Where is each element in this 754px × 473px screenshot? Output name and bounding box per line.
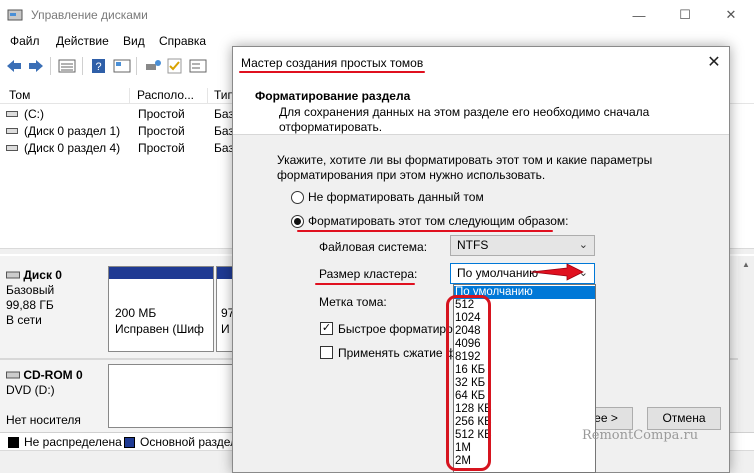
dialog-title: Мастер создания простых томов [241, 56, 424, 70]
vertical-scrollbar[interactable]: ▲ [738, 256, 754, 432]
maximize-button[interactable]: ☐ [662, 0, 708, 30]
toolbar-separator [82, 57, 83, 75]
menu-action[interactable]: Действие [56, 34, 109, 48]
main-titlebar: Управление дисками — ☐ ✕ [0, 0, 754, 30]
disk-kind: Базовый [6, 283, 55, 297]
legend-swatch-unallocated [8, 437, 19, 448]
disk-name: Диск 0 [6, 268, 106, 283]
volume-name: (Диск 0 раздел 4) [24, 141, 121, 155]
menu-help[interactable]: Справка [159, 34, 206, 48]
svg-text:?: ? [95, 61, 101, 73]
compression-checkbox[interactable] [320, 346, 333, 359]
toolbar-separator [50, 57, 51, 75]
cdrom-icon [6, 371, 20, 379]
disk-name: CD-ROM 0 [6, 368, 106, 383]
properties-icon[interactable] [113, 58, 131, 74]
legend-label: Основной раздел [140, 435, 238, 449]
volume-type: Баз [214, 141, 234, 155]
back-arrow-icon[interactable] [5, 58, 23, 74]
partition-size: 200 МБ [115, 306, 157, 320]
partition-status: Исправен (Шиф [115, 322, 204, 336]
volume-layout: Простой [138, 107, 185, 121]
annotation-arrow-icon [530, 263, 584, 281]
scroll-up-icon[interactable]: ▲ [742, 260, 750, 269]
menu-file[interactable]: Файл [10, 34, 40, 48]
watermark: RemontCompa.ru [582, 428, 699, 443]
list-view-icon[interactable] [58, 58, 76, 74]
column-header-layout[interactable]: Располо... [132, 88, 208, 104]
radio-no-format-label[interactable]: Не форматировать данный том [308, 190, 484, 204]
volume-layout: Простой [138, 124, 185, 138]
volume-name: (C:) [24, 107, 44, 121]
volume-label-label: Метка тома: [319, 295, 387, 309]
annotation-underline [315, 283, 415, 285]
volume-type: Баз [214, 124, 234, 138]
compression-label[interactable]: Применять сжатие фа [338, 346, 462, 360]
disk-state: В сети [6, 313, 42, 327]
volume-layout: Простой [138, 141, 185, 155]
radio-format[interactable] [291, 215, 304, 228]
drive-icon [6, 111, 18, 117]
menu-view[interactable]: Вид [123, 34, 145, 48]
disk-state: Нет носителя [6, 413, 81, 427]
window-title: Управление дисками [31, 8, 148, 22]
annotation-underline [297, 230, 553, 232]
legend-swatch-primary [124, 437, 135, 448]
help-icon[interactable]: ? [90, 58, 108, 74]
file-system-label: Файловая система: [319, 240, 428, 254]
file-system-combo[interactable]: NTFS ⌄ [450, 235, 595, 256]
radio-format-label[interactable]: Форматировать этот том следующим образом… [308, 214, 568, 228]
forward-arrow-icon[interactable] [27, 58, 45, 74]
toolbar-separator [136, 57, 137, 75]
dialog-header: Форматирование раздела Для сохранения да… [233, 77, 729, 135]
volume-name: (Диск 0 раздел 1) [24, 124, 121, 138]
radio-no-format[interactable] [291, 191, 304, 204]
cluster-size-value: По умолчанию [457, 266, 539, 280]
connect-icon[interactable] [144, 58, 162, 74]
volume-type: Баз [214, 107, 234, 121]
dialog-header-subtitle: Для сохранения данных на этом разделе ег… [279, 105, 650, 134]
minimize-button[interactable]: — [616, 0, 662, 30]
close-button[interactable]: ✕ [708, 0, 754, 30]
legend-label: Не распределена [24, 435, 122, 449]
dialog-close-button[interactable]: ✕ [699, 47, 729, 77]
cancel-button[interactable]: Отмена [647, 407, 721, 430]
chevron-down-icon: ⌄ [578, 239, 588, 251]
column-header-volume[interactable]: Том [4, 88, 130, 104]
cdrom-0-label[interactable]: CD-ROM 0 DVD (D:) Нет носителя [6, 368, 106, 428]
disk-kind: DVD (D:) [6, 383, 55, 397]
cluster-size-label: Размер кластера: [319, 267, 418, 281]
check-icon[interactable] [166, 58, 184, 74]
partition-color-bar [109, 267, 213, 279]
annotation-underline [239, 71, 425, 73]
file-system-value: NTFS [457, 238, 489, 252]
disk-size: 99,88 ГБ [6, 298, 54, 312]
quick-format-checkbox[interactable]: ✓ [320, 322, 333, 335]
cdrom-block[interactable] [108, 364, 236, 428]
drive-icon [6, 145, 18, 151]
dialog-header-title: Форматирование раздела [255, 89, 411, 103]
disk-management-app-icon [7, 9, 23, 21]
disk-0-label[interactable]: Диск 0 Базовый 99,88 ГБ В сети [6, 268, 106, 328]
disk-icon [6, 271, 20, 279]
format-prompt: Укажите, хотите ли вы форматировать этот… [277, 153, 653, 182]
partition-block[interactable]: 200 МБ Исправен (Шиф [108, 266, 214, 352]
drive-icon [6, 128, 18, 134]
annotation-frame [446, 295, 491, 471]
settings-list-icon[interactable] [189, 58, 207, 74]
